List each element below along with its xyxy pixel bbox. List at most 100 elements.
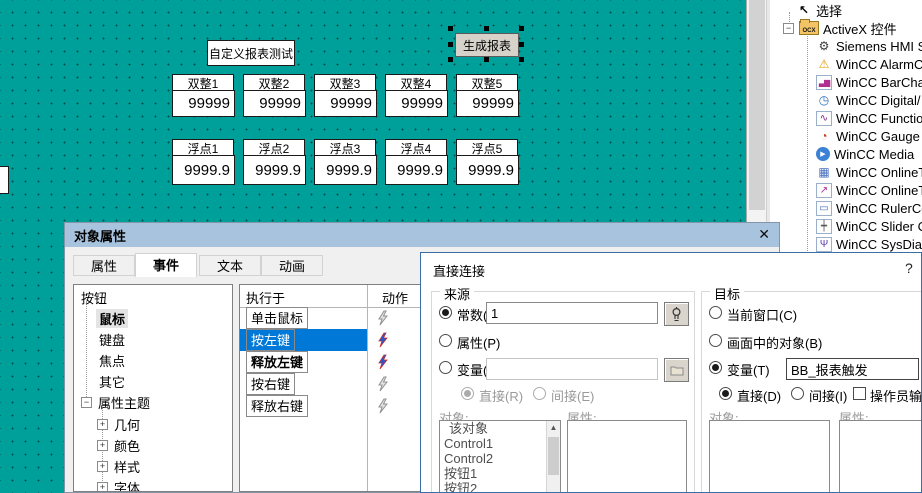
float-field-value[interactable]: 9999.9: [456, 155, 519, 185]
palette-item-control[interactable]: ┿ WinCC Slider C: [816, 217, 922, 235]
action-bolt-icon: [375, 376, 391, 392]
tab-properties[interactable]: 属性: [73, 255, 135, 276]
expand-expander-icon[interactable]: +: [97, 482, 108, 492]
online-trend-control-icon: ↗: [816, 183, 832, 198]
palette-item-control[interactable]: ◔ WinCC Gauge: [816, 127, 920, 145]
int-field-value[interactable]: 99999: [456, 90, 519, 117]
palette-item-select[interactable]: ↖ 选择: [796, 1, 842, 19]
generate-report-selection: 生成报表: [455, 33, 517, 55]
tree-item-font[interactable]: + 字体: [97, 478, 143, 492]
resize-handle[interactable]: [519, 42, 524, 47]
resize-handle[interactable]: [448, 42, 453, 47]
palette-item-control[interactable]: ↗ WinCC OnlineT: [816, 181, 922, 199]
float-field-value[interactable]: 9999.9: [314, 155, 377, 185]
bar-chart-control-icon: ▃▆: [816, 75, 832, 90]
palette-item-control[interactable]: ◷ WinCC Digital/: [816, 91, 921, 109]
tab-events[interactable]: 事件: [135, 253, 197, 277]
constant-radio[interactable]: [439, 306, 452, 319]
resize-handle[interactable]: [484, 57, 489, 62]
int-field-value[interactable]: 99999: [385, 90, 448, 117]
target-object-list[interactable]: [709, 420, 830, 493]
tree-item-property-topics[interactable]: − 属性主题: [81, 393, 153, 412]
activex-folder-icon: OCX: [799, 21, 819, 35]
tree-item-colors[interactable]: + 颜色: [97, 436, 143, 455]
int-field-value[interactable]: 99999: [243, 90, 306, 117]
generate-report-button[interactable]: 生成报表: [455, 33, 519, 57]
scrollbar-thumb[interactable]: [548, 437, 559, 475]
source-tag-radio[interactable]: [439, 361, 452, 374]
expand-expander-icon[interactable]: +: [97, 419, 108, 430]
constant-input[interactable]: [486, 302, 658, 324]
siemens-hmi-symbol-icon: ⚙: [816, 39, 832, 54]
selection-cursor-icon: ↖: [796, 3, 812, 18]
scrollbar-thumb[interactable]: [749, 0, 765, 210]
float-field-value[interactable]: 9999.9: [385, 155, 448, 185]
expand-expander-icon[interactable]: +: [97, 461, 108, 472]
resize-handle[interactable]: [484, 26, 489, 31]
online-table-control-icon: ▦: [816, 165, 832, 180]
source-tag-input[interactable]: [486, 358, 658, 380]
source-indirect-radio[interactable]: [533, 387, 546, 400]
collapse-expander-icon[interactable]: −: [81, 397, 92, 408]
palette-item-control[interactable]: ⚠ WinCC AlarmC: [816, 55, 922, 73]
object-properties-titlebar[interactable]: 对象属性 ✕: [65, 223, 779, 247]
resize-handle[interactable]: [519, 26, 524, 31]
tree-item-keyboard[interactable]: 键盘: [96, 330, 128, 349]
tree-root-button[interactable]: 按钮: [78, 288, 110, 307]
palette-item-control[interactable]: ▶ WinCC Media: [816, 145, 914, 163]
tree-item-focus[interactable]: 焦点: [96, 351, 128, 370]
tab-text[interactable]: 文本: [199, 255, 261, 276]
column-action: 动作: [382, 288, 408, 307]
action-bolt-icon: [375, 398, 391, 414]
tab-animation[interactable]: 动画: [261, 255, 323, 276]
resize-handle[interactable]: [448, 57, 453, 62]
expand-expander-icon[interactable]: +: [97, 440, 108, 451]
column-trigger: 执行于: [246, 288, 285, 307]
tag-browse-button[interactable]: [664, 358, 689, 382]
palette-item-control[interactable]: ⚙ Siemens HMI S: [816, 37, 922, 55]
tree-item-geometry[interactable]: + 几何: [97, 415, 143, 434]
target-attribute-list[interactable]: [839, 420, 922, 493]
palette-item-control[interactable]: ∿ WinCC Function: [816, 109, 922, 127]
source-attribute-list[interactable]: [567, 420, 687, 493]
wincc-graphics-designer: 自定义报表测试 生成报表 双整1 99999 双整2 99999 双整3 999…: [0, 0, 922, 493]
tree-item-mouse[interactable]: 鼠标: [96, 309, 128, 328]
current-window-radio[interactable]: [709, 306, 722, 319]
resize-handle[interactable]: [448, 26, 453, 31]
target-tag-input[interactable]: [786, 358, 919, 380]
clipped-object[interactable]: [0, 166, 9, 194]
listbox-scrollbar[interactable]: ▲: [546, 421, 560, 493]
bulb-icon: [671, 307, 682, 322]
palette-item-control[interactable]: ▦ WinCC OnlineT: [816, 163, 922, 181]
scroll-up-icon[interactable]: ▲: [547, 423, 560, 432]
target-tag-radio[interactable]: [709, 361, 722, 374]
source-object-list[interactable]: 该对象 Control1 Control2 按钮1 按钮2 按钮4 ▲: [439, 420, 561, 493]
palette-item-control[interactable]: ▭ WinCC RulerCo: [816, 199, 922, 217]
resize-handle[interactable]: [519, 57, 524, 62]
float-field-value[interactable]: 9999.9: [243, 155, 306, 185]
ruler-control-icon: ▭: [816, 201, 832, 216]
target-indirect-radio[interactable]: [791, 387, 804, 400]
event-category-tree: 按钮 鼠标 键盘 焦点 其它 − 属性主题 + 几何 + 颜色 + 样式 +: [73, 284, 233, 492]
close-icon[interactable]: ✕: [758, 226, 770, 243]
picture-object-radio[interactable]: [709, 334, 722, 347]
help-icon[interactable]: ?: [905, 260, 913, 276]
tree-item-styles[interactable]: + 样式: [97, 457, 143, 476]
dialog-title: 对象属性: [74, 226, 126, 245]
collapse-expander-icon[interactable]: −: [783, 23, 794, 34]
tree-item-other[interactable]: 其它: [96, 372, 128, 391]
target-direct-radio[interactable]: [719, 387, 732, 400]
property-radio[interactable]: [439, 334, 452, 347]
operator-input-checkbox[interactable]: [853, 387, 866, 400]
palette-group-activex[interactable]: − OCX ActiveX 控件: [783, 19, 897, 37]
palette-item-control[interactable]: ▃▆ WinCC BarCha: [816, 73, 922, 91]
int-field-value[interactable]: 99999: [314, 90, 377, 117]
custom-report-test-button[interactable]: 自定义报表测试: [207, 40, 295, 66]
slider-control-icon: ┿: [816, 219, 832, 234]
constant-select-button[interactable]: [664, 302, 689, 326]
int-field-value[interactable]: 99999: [172, 90, 235, 117]
source-direct-radio[interactable]: [461, 387, 474, 400]
float-field-value[interactable]: 9999.9: [172, 155, 235, 185]
dialog-title[interactable]: 直接连接: [433, 261, 485, 280]
tree-guide: [807, 32, 808, 257]
